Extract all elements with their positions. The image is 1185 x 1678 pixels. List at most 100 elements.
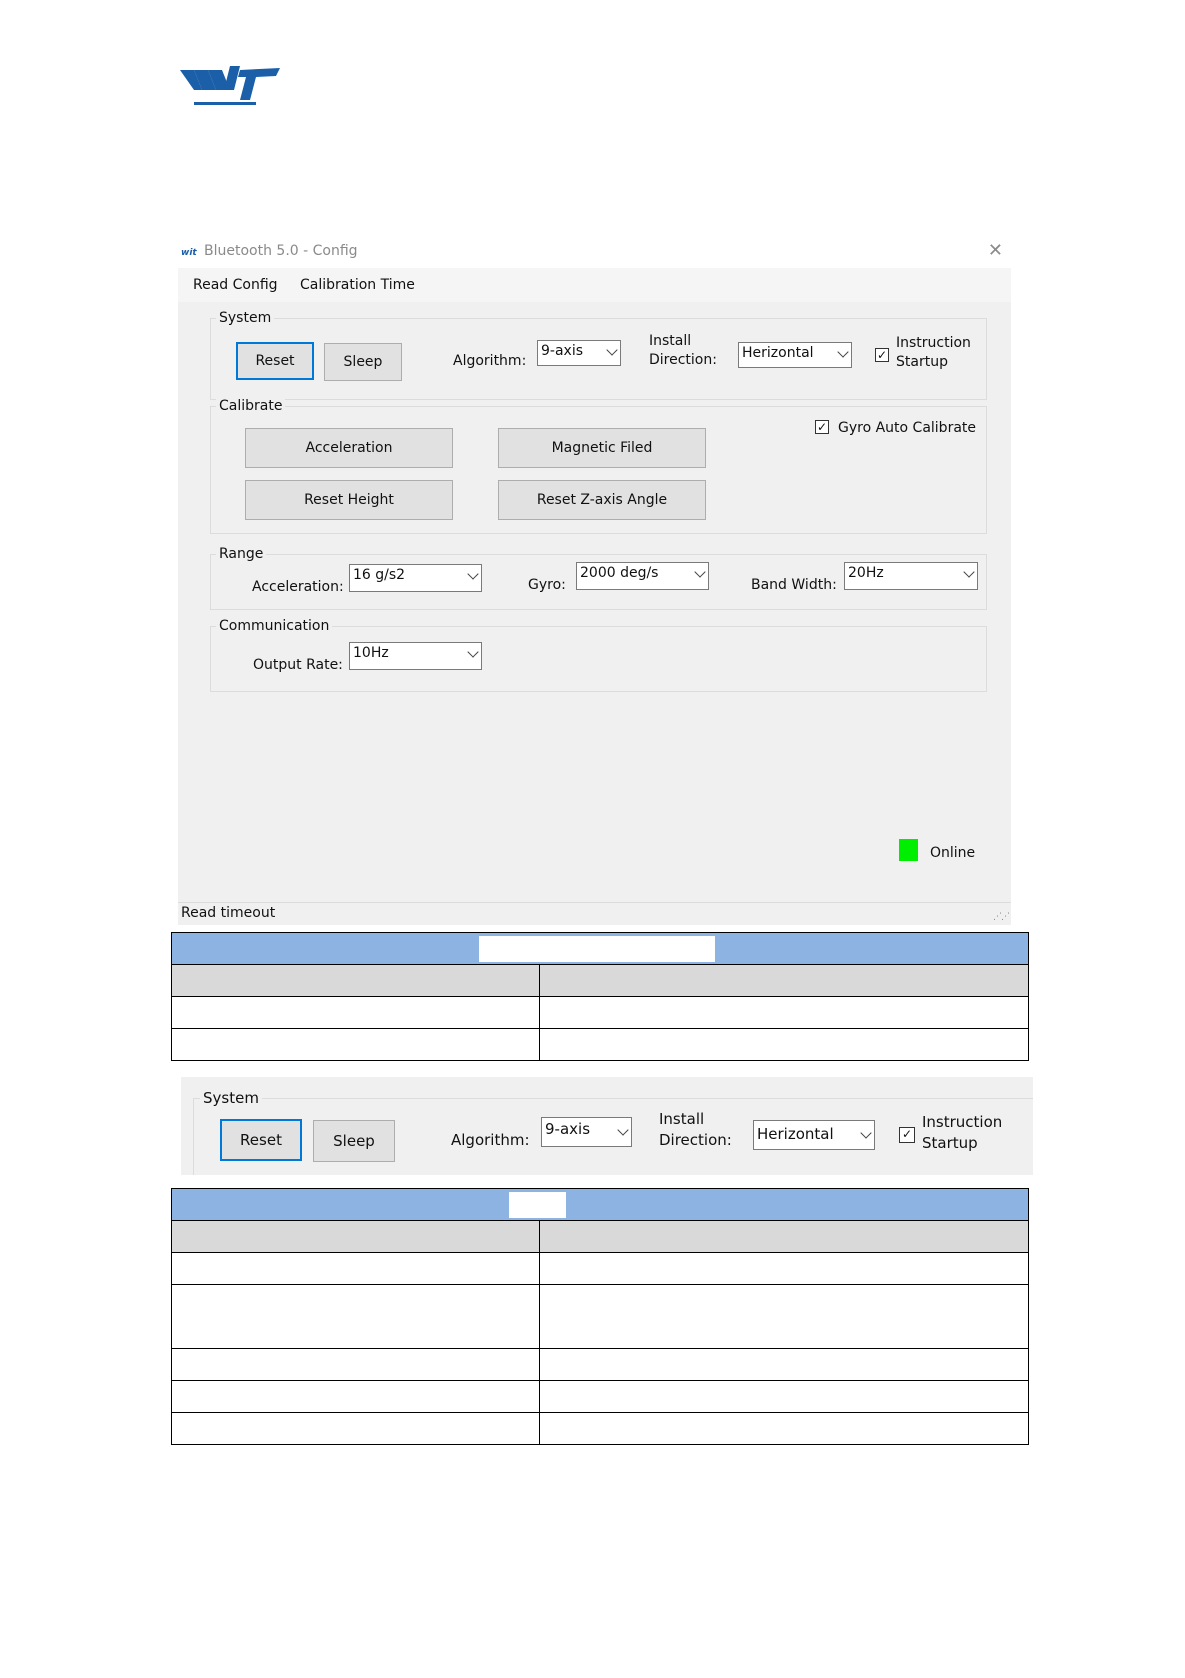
instruction-label-line1: Instruction — [896, 335, 971, 351]
sleep-button[interactable]: Sleep — [324, 343, 402, 381]
table-row — [171, 996, 1029, 1029]
instruction-startup-checkbox[interactable]: ✓ — [875, 348, 889, 362]
table-header-cell — [171, 1188, 1029, 1221]
gyro-range-select[interactable]: 2000 deg/s — [576, 562, 709, 590]
table-2 — [171, 1188, 1029, 1445]
chevron-down-icon — [837, 346, 849, 358]
range-group-label: Range — [216, 546, 267, 562]
table-subheader-row — [171, 964, 1029, 997]
gyro-auto-calibrate-label: Gyro Auto Calibrate — [838, 420, 977, 436]
acc-range-select[interactable]: 16 g/s2 — [349, 564, 482, 592]
bandwidth-value: 20Hz — [848, 565, 884, 581]
table-cell — [171, 1028, 540, 1061]
bandwidth-label: Band Width: — [751, 577, 837, 593]
title-bar: wit Bluetooth 5.0 - Config ✕ — [178, 236, 1011, 268]
online-label: Online — [930, 845, 976, 861]
magnetic-calibrate-button[interactable]: Magnetic Filed — [498, 428, 706, 468]
table-cell — [539, 1284, 1029, 1349]
table-cell — [171, 996, 540, 1029]
algorithm-select-zoom[interactable]: 9-axis — [541, 1117, 632, 1147]
chevron-down-icon — [963, 566, 975, 578]
table-row — [171, 1284, 1029, 1349]
gyro-range-label: Gyro: — [528, 577, 566, 593]
output-rate-value: 10Hz — [353, 645, 389, 661]
system-group-label: System — [216, 310, 275, 326]
reset-z-axis-button[interactable]: Reset Z-axis Angle — [498, 480, 706, 520]
system-group-label-zoom: System — [200, 1089, 262, 1107]
install-direction-value-zoom: Herizontal — [757, 1125, 834, 1143]
calibrate-group-label: Calibrate — [216, 398, 286, 414]
table-title-box — [479, 936, 715, 962]
table-cell — [539, 1380, 1029, 1413]
table-cell — [171, 1284, 540, 1349]
table-subheader-cell — [539, 964, 1029, 997]
install-label-line2: Direction: — [649, 352, 717, 368]
chevron-down-icon — [617, 1124, 629, 1136]
table-cell — [171, 1348, 540, 1381]
table-subheader-cell — [171, 1220, 540, 1253]
install-direction-value: Herizontal — [742, 345, 814, 361]
install-label-line2-zoom: Direction: — [659, 1131, 732, 1149]
chevron-down-icon — [467, 646, 479, 658]
chevron-down-icon — [467, 568, 479, 580]
table-header-row — [171, 1188, 1029, 1221]
algorithm-label-zoom: Algorithm: — [451, 1131, 530, 1149]
acc-range-value: 16 g/s2 — [353, 567, 406, 583]
table-subheader-cell — [539, 1220, 1029, 1253]
install-label-line1: Install — [649, 333, 692, 349]
install-direction-select-zoom[interactable]: Herizontal — [753, 1120, 875, 1150]
table-1 — [171, 932, 1029, 1061]
output-rate-select[interactable]: 10Hz — [349, 642, 482, 670]
table-row — [171, 1348, 1029, 1381]
bandwidth-select[interactable]: 20Hz — [844, 562, 978, 590]
gyro-auto-calibrate-checkbox[interactable]: ✓ — [815, 420, 829, 434]
table-cell — [539, 1412, 1029, 1445]
chevron-down-icon — [606, 344, 618, 356]
table-row — [171, 1028, 1029, 1061]
table-cell — [539, 996, 1029, 1029]
online-indicator — [899, 839, 918, 861]
algorithm-value-zoom: 9-axis — [545, 1120, 591, 1138]
window-title: Bluetooth 5.0 - Config — [204, 243, 358, 259]
table-cell — [539, 1348, 1029, 1381]
algorithm-label: Algorithm: — [453, 353, 527, 369]
menu-calibration-time[interactable]: Calibration Time — [300, 277, 415, 293]
install-direction-select[interactable]: Herizontal — [738, 342, 852, 368]
config-window: wit Bluetooth 5.0 - Config ✕ Read Config… — [178, 236, 1011, 925]
sleep-button-zoom[interactable]: Sleep — [313, 1120, 395, 1162]
system-panel-zoom: System Reset Sleep Algorithm: 9-axis Ins… — [181, 1077, 1033, 1175]
instruction-startup-checkbox-zoom[interactable]: ✓ — [899, 1127, 915, 1143]
close-icon[interactable]: ✕ — [988, 240, 1003, 261]
wit-motion-logo — [180, 60, 280, 112]
algorithm-select[interactable]: 9-axis — [537, 340, 621, 366]
table-title-box — [509, 1192, 566, 1218]
table-cell — [171, 1412, 540, 1445]
table-cell — [171, 1380, 540, 1413]
status-text: Read timeout — [181, 905, 276, 921]
table-subheader-row — [171, 1220, 1029, 1253]
table-row — [171, 1380, 1029, 1413]
reset-height-button[interactable]: Reset Height — [245, 480, 453, 520]
status-bar: Read timeout ⋰⋰ — [178, 902, 1011, 925]
reset-button-zoom[interactable]: Reset — [220, 1119, 302, 1161]
output-rate-label: Output Rate: — [253, 657, 343, 673]
instruction-label-line1-zoom: Instruction — [922, 1113, 1003, 1131]
menu-read-config[interactable]: Read Config — [193, 277, 278, 293]
chevron-down-icon — [694, 566, 706, 578]
table-cell — [539, 1252, 1029, 1285]
table-row — [171, 1412, 1029, 1445]
communication-group-label: Communication — [216, 618, 333, 634]
table-subheader-cell — [171, 964, 540, 997]
resize-grip-icon[interactable]: ⋰⋰ — [993, 912, 1010, 922]
acc-range-label: Acceleration: — [252, 579, 344, 595]
instruction-label-line2: Startup — [896, 354, 948, 370]
acceleration-calibrate-button[interactable]: Acceleration — [245, 428, 453, 468]
instruction-label-line2-zoom: Startup — [922, 1134, 978, 1152]
reset-button[interactable]: Reset — [236, 342, 314, 380]
table-row — [171, 1252, 1029, 1285]
install-label-line1-zoom: Install — [659, 1110, 705, 1128]
table-header-cell — [171, 932, 1029, 965]
chevron-down-icon — [860, 1127, 872, 1139]
gyro-range-value: 2000 deg/s — [580, 565, 659, 581]
table-cell — [171, 1252, 540, 1285]
